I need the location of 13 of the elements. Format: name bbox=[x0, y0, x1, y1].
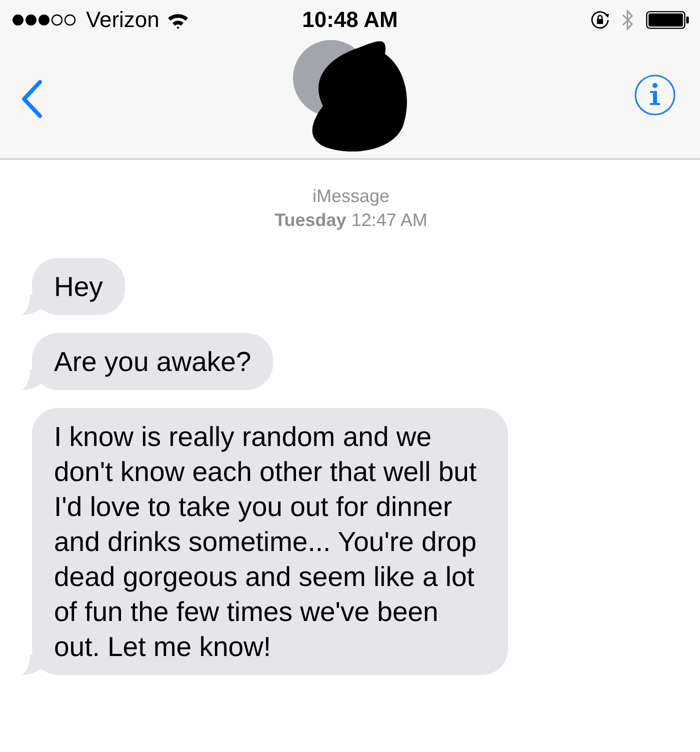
message-bubble: Hey bbox=[32, 258, 125, 315]
signal-icon bbox=[12, 13, 78, 27]
info-button[interactable] bbox=[634, 74, 676, 116]
clock-time: 10:48 AM bbox=[302, 7, 398, 33]
battery-icon bbox=[646, 11, 690, 29]
rotation-lock-icon bbox=[590, 10, 610, 30]
message-timestamp: Tuesday 12:47 AM bbox=[274, 209, 428, 232]
service-label: iMessage bbox=[312, 185, 390, 208]
message-bubble: Are you awake? bbox=[32, 333, 274, 390]
message-bubble: I know is really random and we don't know each other that well but I'd love to take you out for dinner and drinks sometime... You're drop dead gorgeous and seem like a lot of fun the few times we've been out. Let me know! bbox=[32, 408, 508, 675]
bluetooth-icon bbox=[622, 9, 634, 31]
carrier-name: Verizon bbox=[86, 7, 160, 33]
wifi-icon bbox=[167, 12, 190, 28]
